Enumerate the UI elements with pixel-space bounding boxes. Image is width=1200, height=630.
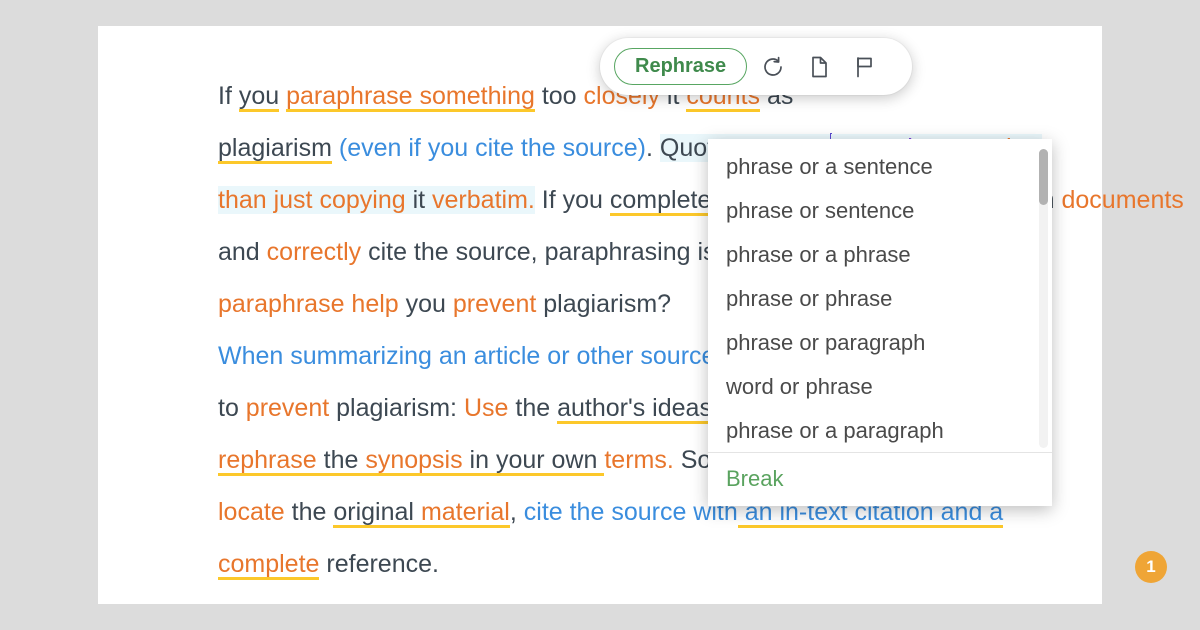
dropdown-footer: Break	[708, 452, 1052, 506]
text-segment[interactable]: rephrase	[218, 446, 317, 476]
text-segment[interactable]: Use	[464, 394, 508, 422]
suggestion-option[interactable]: phrase or a phrase	[708, 233, 1052, 277]
text-segment: plagiarism?	[536, 290, 671, 318]
text-segment: to	[218, 394, 246, 422]
suggestions-list[interactable]: phrase or a sentencephrase or sentenceph…	[708, 145, 1052, 452]
text-segment[interactable]: synopsis	[365, 446, 462, 476]
break-option[interactable]: Break	[708, 453, 1052, 506]
text-segment: If you	[535, 186, 610, 214]
rephrase-toolbar: Rephrase	[600, 38, 912, 95]
text-segment[interactable]: verbatim.	[432, 186, 535, 214]
text-segment: too	[535, 82, 584, 110]
text-segment: plagiarism:	[329, 394, 464, 422]
restore-icon[interactable]	[753, 47, 793, 87]
text-segment[interactable]: locate	[218, 498, 285, 526]
text-segment: it	[406, 186, 432, 214]
suggestion-option[interactable]: phrase or paragraph	[708, 321, 1052, 365]
suggestion-count-badge[interactable]: 1	[1135, 551, 1167, 583]
text-segment: reference.	[319, 550, 439, 578]
suggestion-option[interactable]: phrase or phrase	[708, 277, 1052, 321]
document-line: complete reference.	[218, 538, 1178, 590]
text-segment[interactable]: paraphrase something	[286, 82, 535, 112]
text-segment[interactable]: (even if you cite the source)	[339, 134, 646, 162]
text-segment[interactable]: When summarizing an article or other sou…	[218, 342, 729, 370]
text-segment[interactable]: documents	[1062, 186, 1184, 214]
suggestion-option[interactable]: phrase or a sentence	[708, 145, 1052, 189]
text-segment[interactable]: than just copying	[218, 186, 406, 214]
text-segment[interactable]: prevent	[246, 394, 329, 422]
text-segment[interactable]: terms.	[604, 446, 673, 474]
suggestion-option[interactable]: phrase or a paragraph	[708, 409, 1052, 452]
text-segment[interactable]: cite the source with	[524, 498, 738, 526]
text-segment: you	[399, 290, 453, 318]
text-segment: the	[317, 446, 366, 476]
text-segment: you	[239, 82, 279, 112]
text-segment[interactable]: paraphrase help	[218, 290, 399, 318]
text-segment: and	[218, 238, 267, 266]
text-segment: in your own	[463, 446, 605, 476]
text-segment	[332, 134, 339, 162]
rephrase-button[interactable]: Rephrase	[614, 48, 747, 85]
text-segment[interactable]: complete	[218, 550, 319, 580]
text-segment: the	[508, 394, 557, 422]
suggestion-option[interactable]: word or phrase	[708, 365, 1052, 409]
dropdown-scrollbar-thumb[interactable]	[1039, 149, 1048, 205]
suggestion-option[interactable]: phrase or sentence	[708, 189, 1052, 233]
text-segment[interactable]: material	[421, 498, 510, 528]
text-segment: plagiarism	[218, 134, 332, 164]
screenshot-root: If you paraphrase something too closely …	[0, 0, 1200, 630]
badge-count: 1	[1146, 557, 1155, 577]
text-segment[interactable]: prevent	[453, 290, 536, 318]
suggestions-dropdown: phrase or a sentencephrase or sentenceph…	[708, 139, 1052, 506]
text-segment: the	[285, 498, 334, 526]
document-icon[interactable]	[799, 47, 839, 87]
text-segment	[414, 498, 421, 528]
text-segment: original	[333, 498, 414, 528]
flag-icon[interactable]	[845, 47, 885, 87]
text-segment: .	[646, 134, 660, 162]
text-segment: If	[218, 82, 239, 110]
text-segment: ,	[510, 498, 524, 526]
text-segment[interactable]: correctly	[267, 238, 361, 266]
